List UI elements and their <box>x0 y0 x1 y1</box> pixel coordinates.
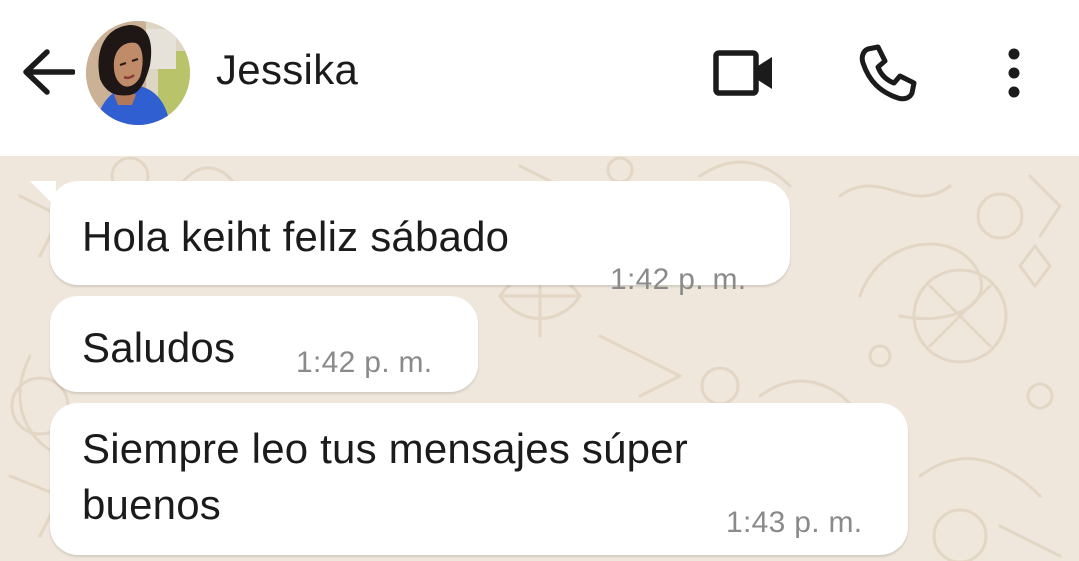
arrow-left-icon <box>21 48 76 100</box>
contact-name[interactable]: Jessika <box>216 46 358 94</box>
message-bubble[interactable]: Hola keiht feliz sábado 1:42 p. m. <box>30 181 790 296</box>
chat-header: Jessika <box>0 0 1079 156</box>
video-call-button[interactable] <box>708 40 780 110</box>
message-bubble[interactable]: Siempre leo tus mensajes súper buenos 1:… <box>50 403 908 555</box>
video-camera-icon <box>712 48 776 103</box>
contact-avatar[interactable] <box>86 21 190 125</box>
more-vertical-icon <box>1004 47 1024 104</box>
more-options-button[interactable] <box>990 40 1038 110</box>
phone-icon <box>858 43 918 108</box>
back-button[interactable] <box>20 48 76 100</box>
message-text: Siempre leo tus mensajes súper buenos <box>82 425 688 528</box>
message-time: 1:42 p. m. <box>610 263 747 296</box>
message-time: 1:42 p. m. <box>296 346 433 379</box>
message-text: Saludos <box>82 324 236 371</box>
message-time: 1:43 p. m. <box>726 506 863 539</box>
bubble-tail <box>30 181 56 207</box>
message-text: Hola keiht feliz sábado <box>82 213 510 260</box>
chat-area[interactable]: Hola keiht feliz sábado 1:42 p. m. Salud… <box>0 156 1079 561</box>
voice-call-button[interactable] <box>852 40 924 110</box>
message-bubble[interactable]: Saludos 1:42 p. m. <box>50 296 478 392</box>
